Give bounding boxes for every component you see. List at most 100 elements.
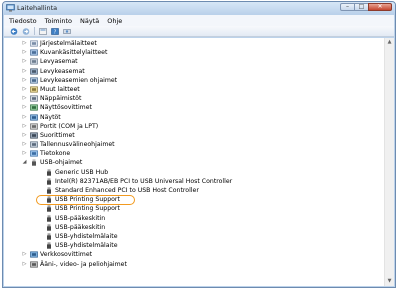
- minimize-button[interactable]: –: [340, 3, 355, 11]
- tree-item-label: Tietokone: [40, 150, 71, 158]
- tree-item-label: Portit (COM ja LPT): [40, 122, 99, 130]
- close-button[interactable]: ✕: [368, 3, 392, 11]
- expand-arrow-icon[interactable]: ▷: [22, 94, 27, 103]
- tree-item[interactable]: ▷ Näppäimistöt: [4, 94, 384, 103]
- disk-icon: [30, 58, 38, 65]
- tree-item[interactable]: ▷ Levykeasemat: [4, 67, 384, 76]
- tree-item-label: USB-ohjaimet: [40, 159, 83, 167]
- device-icon: [62, 28, 71, 34]
- tree-item[interactable]: USB Printing Support: [4, 204, 384, 213]
- properties-icon: [38, 27, 47, 35]
- svg-text:?: ?: [53, 29, 56, 34]
- back-icon: [10, 27, 17, 35]
- scroll-up-icon[interactable]: ▲: [386, 39, 393, 46]
- tree-item[interactable]: ▷ Suorittimet: [4, 131, 384, 140]
- floppy-icon: [30, 68, 38, 75]
- tree-item[interactable]: ▷ Tietokone: [4, 149, 384, 158]
- expand-arrow-icon[interactable]: ▷: [22, 122, 27, 131]
- storage-controller-icon: [30, 141, 38, 148]
- tree-item[interactable]: Intel(R) 82371AB/EB PCI to USB Universal…: [4, 177, 384, 186]
- menu-ohje[interactable]: Ohje: [107, 17, 122, 25]
- forward-button[interactable]: [20, 27, 31, 35]
- tree-item-label: USB-pääkeskitin: [55, 214, 106, 222]
- tree-item[interactable]: ▷ Tallennusvälineohjaimet: [4, 140, 384, 149]
- tree-item[interactable]: USB-yhdistelmälaite: [4, 232, 384, 241]
- expand-arrow-icon[interactable]: ▷: [22, 76, 27, 85]
- tree-item[interactable]: USB Printing Support: [4, 195, 384, 204]
- tree-item-label: Levykeasemien ohjaimet: [40, 76, 118, 84]
- tree-item[interactable]: ▷ Järjestelmälaitteet: [4, 39, 384, 48]
- tree-item[interactable]: Generic USB Hub: [4, 168, 384, 177]
- menu-nayta[interactable]: Näytä: [80, 17, 99, 25]
- tree-item-label: USB Printing Support: [55, 196, 120, 204]
- usb-device-icon: [47, 196, 51, 203]
- tree-item-label: Verkkosovittimet: [40, 251, 93, 259]
- tree-item-label: Näyttösovittimet: [40, 104, 92, 112]
- expand-arrow-icon[interactable]: ▷: [22, 48, 27, 57]
- imaging-icon: [30, 49, 38, 56]
- device-manager-icon: [6, 4, 15, 12]
- usb-device-icon: [47, 178, 51, 185]
- expand-arrow-icon[interactable]: ▷: [22, 260, 27, 269]
- vertical-scrollbar[interactable]: ▲ ▼: [384, 38, 394, 286]
- tree-item[interactable]: USB-pääkeskitin: [4, 214, 384, 223]
- usb-device-icon: [47, 205, 51, 213]
- tree-item-label: Levyasemat: [40, 58, 78, 66]
- expand-arrow-icon[interactable]: ▷: [22, 250, 27, 259]
- tree-item[interactable]: ▷ Muut laitteet: [4, 85, 384, 94]
- tree-item-label: Generic USB Hub: [55, 168, 109, 176]
- menu-toiminto[interactable]: Toiminto: [45, 17, 72, 25]
- tree-item[interactable]: USB-pääkeskitin: [4, 223, 384, 232]
- tree-item[interactable]: ▷ Portit (COM ja LPT): [4, 122, 384, 131]
- usb-device-icon: [47, 168, 51, 176]
- tree-item[interactable]: ▷ Verkkosovittimet: [4, 250, 384, 259]
- tree-item[interactable]: ▷ Näyttösovittimet: [4, 103, 384, 112]
- view-button[interactable]: [37, 27, 48, 35]
- maximize-button[interactable]: □: [354, 3, 369, 11]
- expand-arrow-icon[interactable]: ▷: [22, 67, 27, 76]
- tree-item-label: Suorittimet: [40, 131, 75, 139]
- floppy-controller-icon: [30, 77, 38, 84]
- monitor-icon: [30, 113, 38, 121]
- expand-arrow-icon[interactable]: ▷: [22, 85, 27, 94]
- tree-item[interactable]: Standard Enhanced PCI to USB Host Contro…: [4, 186, 384, 195]
- tree-item[interactable]: ▷ Levyasemat: [4, 57, 384, 66]
- expand-arrow-icon[interactable]: ▷: [22, 39, 27, 48]
- expand-arrow-icon[interactable]: ▷: [22, 57, 27, 66]
- usb-device-icon: [47, 214, 51, 222]
- tree-item[interactable]: ▷ Kuvankäsittelylaitteet: [4, 48, 384, 57]
- tree-item[interactable]: ▷ Levykeasemien ohjaimet: [4, 76, 384, 85]
- menu-bar: Tiedosto Toiminto Näytä Ohje: [4, 15, 394, 26]
- device-tree-panel: ▷ Järjestelmälaitteet ▷ Kuvankäsittelylaitt…: [4, 38, 394, 286]
- tree-item-label: USB-yhdistelmälaite: [55, 242, 118, 250]
- menu-tiedosto[interactable]: Tiedosto: [9, 17, 37, 25]
- expand-arrow-icon[interactable]: ▷: [22, 131, 27, 140]
- tree-item[interactable]: USB-yhdistelmälaite: [4, 241, 384, 250]
- network-adapter-icon: [30, 251, 38, 258]
- usb-controller-icon: [32, 159, 36, 167]
- system-icon: [30, 40, 38, 47]
- title-bar[interactable]: Laitehallinta – □ ✕: [3, 2, 395, 15]
- tree-item-label: Levykeasemat: [40, 67, 85, 75]
- tree-item-label: USB-yhdistelmälaite: [55, 232, 118, 240]
- tree-item[interactable]: ▷ Näytöt: [4, 113, 384, 122]
- back-button[interactable]: [8, 27, 19, 35]
- expand-arrow-icon[interactable]: ▷: [22, 140, 27, 149]
- scan-hardware-button[interactable]: [61, 27, 72, 35]
- tree-item-label: Ääni-, video- ja peliohjaimet: [40, 260, 127, 268]
- scroll-down-icon[interactable]: ▼: [386, 278, 393, 285]
- help-button[interactable]: ?: [49, 27, 60, 35]
- tree-item[interactable]: ▷ Ääni-, video- ja peliohjaimet: [4, 260, 384, 269]
- processor-icon: [30, 132, 38, 139]
- window-controls: – □ ✕: [340, 3, 392, 11]
- tree-item-label: Standard Enhanced PCI to USB Host Contro…: [55, 187, 199, 194]
- usb-device-icon: [47, 242, 51, 249]
- expand-arrow-icon[interactable]: ▷: [22, 113, 27, 122]
- tree-item[interactable]: ◢ USB-ohjaimet: [4, 158, 384, 167]
- collapse-arrow-icon[interactable]: ◢: [22, 158, 27, 167]
- expand-arrow-icon[interactable]: ▷: [22, 149, 27, 158]
- expand-arrow-icon[interactable]: ▷: [22, 103, 27, 112]
- usb-device-icon: [47, 187, 51, 194]
- tree-item-label: Muut laitteet: [40, 85, 80, 93]
- device-manager-window: Laitehallinta – □ ✕ Tiedosto Toiminto Nä…: [2, 1, 396, 288]
